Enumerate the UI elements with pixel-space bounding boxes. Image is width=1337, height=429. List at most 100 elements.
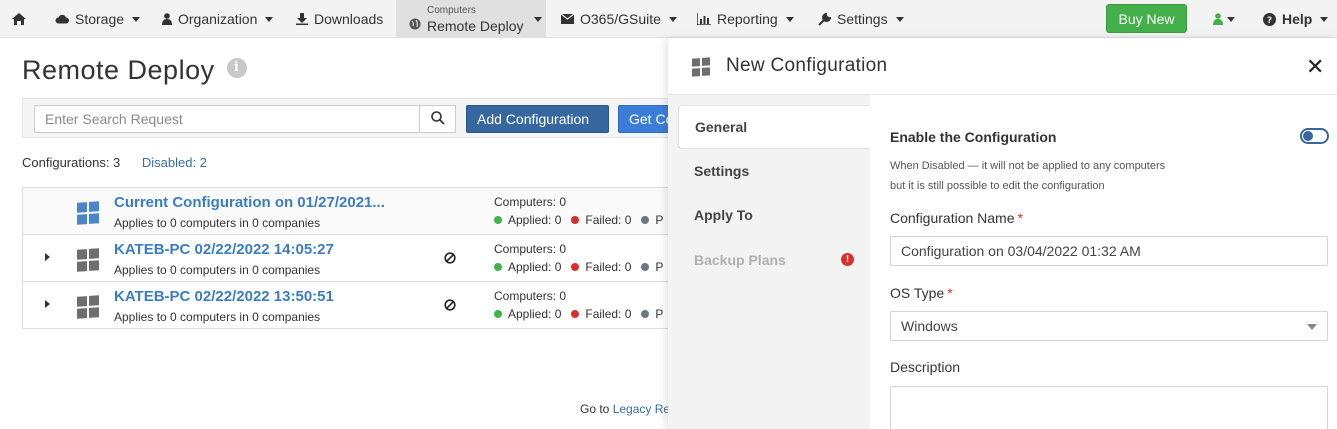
expand-row-icon[interactable] [45,300,50,308]
add-configuration-button[interactable]: Add Configuration [466,105,609,133]
top-navbar: Storage Organization Downloads Computers… [0,0,1337,38]
nav-settings[interactable]: Settings [818,0,904,38]
chevron-down-icon [1307,324,1317,330]
pending-count: P [655,307,664,321]
row-stats: Computers: 0 Applied: 0 Failed: 0 P [494,195,673,227]
user-icon [1213,13,1223,25]
nav-reporting[interactable]: Reporting [697,0,794,38]
failed-count: Failed: 0 [585,307,632,321]
computers-count: Computers: 0 [494,195,567,209]
applied-count: Applied: 0 [508,260,562,274]
table-row[interactable]: KATEB-PC 02/22/2022 14:05:27 Applies to … [22,235,668,282]
home-button[interactable] [11,0,33,38]
nav-label: Storage [75,11,125,27]
help-line: When Disabled — it will not be applied t… [890,160,1166,172]
pending-count: P [655,213,664,227]
windows-icon [692,57,710,77]
os-type-select[interactable]: Windows [890,311,1328,341]
table-row[interactable]: Current Configuration on 01/27/2021... A… [22,188,668,235]
warning-icon: ! [841,253,854,266]
panel-header: New Configuration ✕ [668,38,1337,95]
disabled-icon [444,251,456,267]
legacy-prefix: Go to [580,402,610,416]
expand-row-icon[interactable] [45,253,50,261]
nav-small-label: Computers [427,4,476,16]
configuration-name-label: Configuration Name * [890,210,1023,226]
close-icon[interactable]: ✕ [1306,54,1324,80]
configuration-name-input[interactable]: Configuration on 03/04/2022 01:32 AM [890,236,1328,266]
configurations-count: Configurations: 3 [22,155,121,170]
row-subtitle: Applies to 0 computers in 0 companies [114,310,321,324]
row-subtitle: Applies to 0 computers in 0 companies [114,263,321,277]
row-title-link[interactable]: KATEB-PC 02/22/2022 14:05:27 [114,241,334,258]
row-title-link[interactable]: KATEB-PC 02/22/2022 13:50:51 [114,288,334,305]
windows-icon [77,201,99,225]
os-type-label: OS Type * [890,285,953,301]
help-line: but it is still possible to edit the con… [890,180,1105,192]
user-menu[interactable] [1213,0,1235,38]
nav-label: O365/GSuite [580,11,661,27]
tab-settings[interactable]: Settings [678,149,870,193]
table-row[interactable]: KATEB-PC 02/22/2022 13:50:51 Applies to … [22,282,668,329]
buy-new-button[interactable]: Buy New [1106,4,1187,33]
failed-count: Failed: 0 [585,213,632,227]
nav-label: Downloads [314,11,384,27]
cloud-icon [55,14,69,24]
nav-label: Settings [837,11,888,27]
bar-chart-icon [697,13,711,25]
panel-side-nav: General Settings Apply To Backup Plans ! [668,95,870,429]
legacy-link-text: Go to Legacy Re [580,402,670,416]
nav-label: Organization [178,11,258,27]
get-configuration-button[interactable]: Get Co [618,105,669,133]
tab-label: Backup Plans [694,252,786,268]
configuration-counts: Configurations: 3 Disabled: 2 [22,155,207,170]
user-icon [162,13,172,25]
tab-apply-to[interactable]: Apply To [678,193,870,237]
description-textarea[interactable] [890,386,1328,429]
windows-icon [77,248,99,272]
search-icon [430,110,445,128]
question-icon: ? [1263,12,1276,26]
toolbar: Add Configuration Get Co [22,98,669,138]
nav-o365-gsuite[interactable]: O365/GSuite [561,0,677,38]
enable-toggle[interactable] [1300,128,1329,144]
applied-count: Applied: 0 [508,213,562,227]
search-input[interactable] [34,105,420,133]
help-menu[interactable]: ? Help [1263,0,1329,38]
pending-count: P [655,260,664,274]
nav-downloads[interactable]: Downloads [296,0,383,38]
nav-label: Reporting [717,11,778,27]
nav-remote-deploy[interactable]: Computers Remote Deploy [396,0,546,38]
computers-count: Computers: 0 [494,242,567,256]
info-icon[interactable]: i [226,57,247,78]
description-label: Description [890,359,961,375]
configuration-list: Current Configuration on 01/27/2021... A… [22,187,668,329]
row-title-link[interactable]: Current Configuration on 01/27/2021... [114,194,385,211]
os-type-value: Windows [901,318,958,334]
page-title: Remote Deploy i [22,55,247,86]
nav-storage[interactable]: Storage [55,0,141,38]
search-button[interactable] [420,105,456,133]
svg-text:?: ? [1267,16,1272,26]
disabled-icon [444,298,456,314]
globe-icon [409,18,421,30]
enable-label: Enable the Configuration [890,129,1057,145]
row-stats: Computers: 0 Applied: 0 Failed: 0 P [494,289,673,321]
failed-count: Failed: 0 [585,260,632,274]
envelope-icon [561,14,574,24]
row-stats: Computers: 0 Applied: 0 Failed: 0 P [494,242,673,274]
row-subtitle: Applies to 0 computers in 0 companies [114,216,321,230]
help-label: Help [1282,11,1313,27]
tab-general[interactable]: General [678,105,870,149]
panel-title: New Configuration [726,55,888,76]
legacy-link[interactable]: Legacy Re [613,402,670,416]
wrench-icon [818,12,831,26]
tab-backup-plans[interactable]: Backup Plans ! [678,238,870,282]
applied-count: Applied: 0 [508,307,562,321]
computers-count: Computers: 0 [494,289,567,303]
windows-icon [77,295,99,319]
disabled-count[interactable]: Disabled: 2 [142,155,207,170]
nav-organization[interactable]: Organization [162,0,274,38]
home-icon [11,12,27,26]
download-icon [296,13,308,25]
